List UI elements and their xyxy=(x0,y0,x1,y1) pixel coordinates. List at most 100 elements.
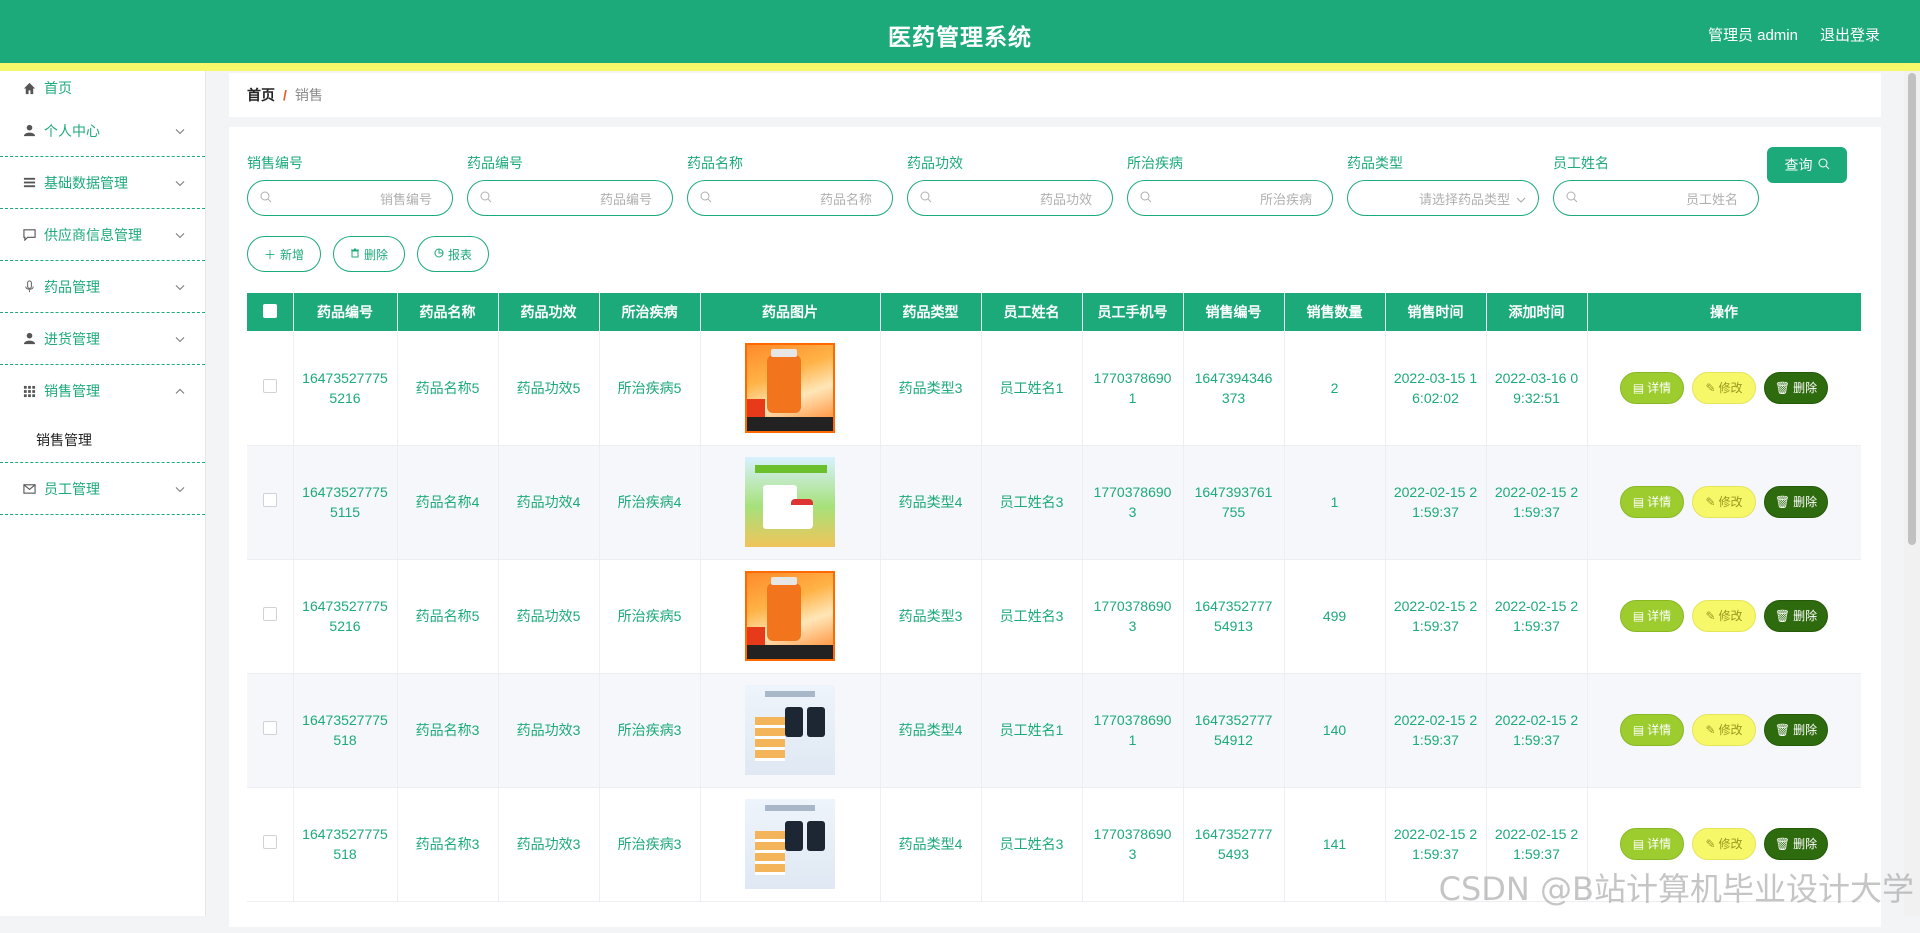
delete-button[interactable]: 🗑删除 xyxy=(1764,486,1828,518)
batch-delete-button[interactable]: 删除 xyxy=(333,236,405,272)
row-checkbox[interactable] xyxy=(263,607,277,621)
breadcrumb-separator: / xyxy=(283,87,287,103)
edit-button[interactable]: ✎修改 xyxy=(1692,600,1756,632)
grid-icon xyxy=(22,384,36,398)
list-icon xyxy=(22,176,36,190)
drug-type-cell: 药品类型3 xyxy=(880,331,981,445)
search-icon xyxy=(1566,191,1578,206)
row-checkbox[interactable] xyxy=(263,379,277,393)
chevron-up-icon xyxy=(175,381,185,397)
drug-effect-input[interactable]: 药品功效 xyxy=(907,180,1113,216)
row-select-cell[interactable] xyxy=(247,559,293,673)
trash-icon: 🗑 xyxy=(1775,834,1790,854)
document-icon: ▤ xyxy=(1633,606,1644,626)
search-filters: 销售编号 销售编号 药品编号 药品编号 药品名称 药品名称 xyxy=(247,153,1857,233)
row-select-cell[interactable] xyxy=(247,673,293,787)
column-header: 销售编号 xyxy=(1183,293,1284,331)
add-button[interactable]: ＋ 新增 xyxy=(247,236,321,272)
sidebar-item-staff[interactable]: 员工管理 xyxy=(0,463,205,515)
drug-effect-cell: 药品功效5 xyxy=(498,331,599,445)
drug-no-input[interactable]: 药品编号 xyxy=(467,180,673,216)
drug-image[interactable] xyxy=(745,799,835,889)
logout-link[interactable]: 退出登录 xyxy=(1820,24,1880,45)
operations-cell: ▤详情 ✎修改 🗑删除 xyxy=(1587,559,1861,673)
drug-name-cell: 药品名称4 xyxy=(397,445,498,559)
delete-button[interactable]: 🗑删除 xyxy=(1764,372,1828,404)
content-panel: 销售编号 销售编号 药品编号 药品编号 药品名称 药品名称 xyxy=(229,127,1881,927)
detail-button[interactable]: ▤详情 xyxy=(1620,372,1684,404)
drug-image[interactable] xyxy=(745,457,835,547)
report-button[interactable]: 报表 xyxy=(417,236,489,272)
input-placeholder: 药品名称 xyxy=(712,189,872,208)
action-toolbar: ＋ 新增 删除 报表 xyxy=(247,236,489,272)
main-content: 首页 / 销售 销售编号 销售编号 药品编号 药品编号 药品名称 xyxy=(229,73,1881,117)
submenu-sales-management[interactable]: 销售管理 xyxy=(0,417,205,463)
trash-icon: 🗑 xyxy=(1775,378,1790,398)
sidebar-item-drug[interactable]: 药品管理 xyxy=(0,261,205,313)
row-select-cell[interactable] xyxy=(247,445,293,559)
detail-button[interactable]: ▤详情 xyxy=(1620,600,1684,632)
drug-image[interactable] xyxy=(745,685,835,775)
breadcrumb-home[interactable]: 首页 xyxy=(247,85,275,105)
sale-qty-cell: 140 xyxy=(1284,673,1385,787)
detail-button[interactable]: ▤详情 xyxy=(1620,828,1684,860)
sidebar-item-base-data[interactable]: 基础数据管理 xyxy=(0,157,205,209)
edit-label: 修改 xyxy=(1719,834,1743,854)
detail-button[interactable]: ▤详情 xyxy=(1620,714,1684,746)
admin-user-label[interactable]: 管理员 admin xyxy=(1708,24,1798,45)
detail-button[interactable]: ▤详情 xyxy=(1620,486,1684,518)
drug-type-cell: 药品类型4 xyxy=(880,673,981,787)
drug-name-input[interactable]: 药品名称 xyxy=(687,180,893,216)
sidebar-item-sales[interactable]: 销售管理 xyxy=(0,365,205,417)
column-header: 销售时间 xyxy=(1385,293,1486,331)
sidebar-item-purchase[interactable]: 进货管理 xyxy=(0,313,205,365)
delete-button[interactable]: 🗑删除 xyxy=(1764,600,1828,632)
column-header: 添加时间 xyxy=(1486,293,1587,331)
add-time-cell: 2022-02-15 21:59:37 xyxy=(1486,445,1587,559)
row-select-cell[interactable] xyxy=(247,331,293,445)
filter-sale-no: 销售编号 销售编号 xyxy=(247,153,453,216)
query-button[interactable]: 查询 xyxy=(1767,147,1847,183)
sale-no-cell: 16473527775493 xyxy=(1183,787,1284,901)
staff-name-input[interactable]: 员工姓名 xyxy=(1553,180,1759,216)
sidebar-item-label: 员工管理 xyxy=(44,479,100,499)
delete-button[interactable]: 🗑删除 xyxy=(1764,714,1828,746)
page-scrollbar[interactable] xyxy=(1904,71,1920,916)
edit-button[interactable]: ✎修改 xyxy=(1692,828,1756,860)
sidebar-item-home[interactable]: 首页 xyxy=(0,71,205,105)
delete-button[interactable]: 🗑删除 xyxy=(1764,828,1828,860)
search-icon xyxy=(480,191,492,206)
row-select-cell[interactable] xyxy=(247,787,293,901)
select-all-checkbox[interactable] xyxy=(263,304,277,318)
filter-disease: 所治疾病 所治疾病 xyxy=(1127,153,1333,216)
disease-input[interactable]: 所治疾病 xyxy=(1127,180,1333,216)
filter-label: 药品编号 xyxy=(467,153,673,173)
filter-label: 药品类型 xyxy=(1347,153,1539,173)
edit-button[interactable]: ✎修改 xyxy=(1692,486,1756,518)
sidebar-item-supplier[interactable]: 供应商信息管理 xyxy=(0,209,205,261)
edit-button[interactable]: ✎修改 xyxy=(1692,714,1756,746)
user-icon xyxy=(22,332,36,346)
select-all-cell[interactable] xyxy=(247,293,293,331)
scrollbar-thumb[interactable] xyxy=(1908,73,1916,545)
edit-button[interactable]: ✎修改 xyxy=(1692,372,1756,404)
drug-image[interactable] xyxy=(745,571,835,661)
search-icon xyxy=(700,191,712,206)
input-placeholder: 销售编号 xyxy=(272,189,432,208)
row-checkbox[interactable] xyxy=(263,721,277,735)
operations-cell: ▤详情 ✎修改 🗑删除 xyxy=(1587,673,1861,787)
delete-label: 删除 xyxy=(1793,720,1817,740)
sidebar-item-personal-center[interactable]: 个人中心 xyxy=(0,105,205,157)
drug-image[interactable] xyxy=(745,343,835,433)
sidebar: 首页 个人中心 基础数据管理 供应商信息管理 药品管理 进货管理 xyxy=(0,71,206,916)
trash-icon: 🗑 xyxy=(1775,492,1790,512)
filter-label: 销售编号 xyxy=(247,153,453,173)
disease-cell: 所治疾病5 xyxy=(599,559,700,673)
row-checkbox[interactable] xyxy=(263,835,277,849)
document-icon: ▤ xyxy=(1633,492,1644,512)
sale-no-input[interactable]: 销售编号 xyxy=(247,180,453,216)
column-header: 药品图片 xyxy=(700,293,880,331)
row-checkbox[interactable] xyxy=(263,493,277,507)
drug-type-select[interactable]: 请选择药品类型 xyxy=(1347,180,1539,216)
drug-image-cell xyxy=(700,331,880,445)
